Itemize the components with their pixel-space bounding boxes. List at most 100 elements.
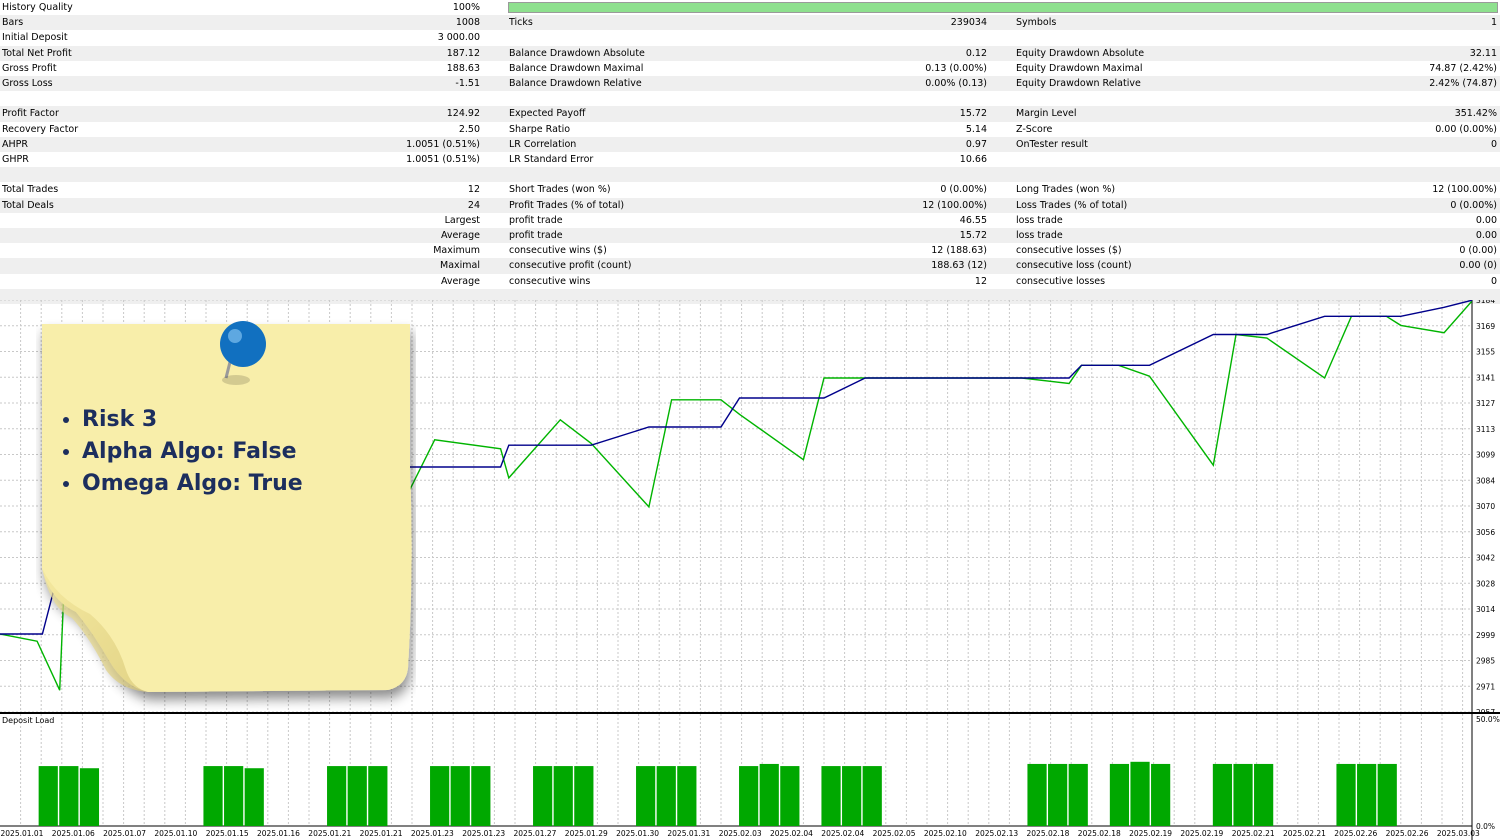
report-row: Maximal consecutive profit (count) 188.63 … [0, 258, 1500, 274]
deposit-load-bar [656, 766, 676, 826]
report-row: Recovery Factor 2.50 Sharpe Ratio 5.14 Z-Sco… [0, 122, 1500, 137]
x-tick-label: 2025.01.21 [308, 829, 351, 838]
report-value: 3 000.00 [437, 32, 480, 44]
x-tick-label: 2025.02.21 [1283, 829, 1326, 838]
report-value: 0.00 (0) [1459, 260, 1497, 272]
history-quality-label: History Quality [2, 2, 73, 13]
deposit-load-bar [59, 766, 79, 826]
report-value: 0 [1490, 138, 1497, 150]
report-table: History Quality 100% Bars 1008 Ticks 239034… [0, 0, 1500, 304]
report-label: consecutive wins [509, 275, 591, 287]
report-value: 0.00 [1475, 214, 1497, 226]
report-label: Long Trades (won %) [1016, 184, 1116, 196]
y-tick-label: 3169 [1476, 322, 1495, 331]
report-value: 1008 [455, 17, 480, 29]
report-label [1016, 91, 1276, 106]
deposit-y-tick-max: 50.0% [1476, 715, 1500, 724]
report-label [2, 167, 202, 182]
report-value: 239034 [950, 17, 987, 29]
report-label: LR Correlation [509, 138, 577, 150]
deposit-load-bar [553, 766, 573, 826]
x-tick-label: 2025.02.03 [719, 829, 762, 838]
report-label: profit trade [509, 214, 563, 226]
report-value: 12 [467, 184, 480, 196]
report-value: 0 (0.00%) [1450, 199, 1497, 211]
deposit-load-bar [203, 766, 223, 826]
report-label: OnTester result [1016, 138, 1088, 150]
report-row: Maximum consecutive wins ($) 12 (188.63) co… [0, 243, 1500, 258]
report-value: 0.00% (0.13) [925, 78, 987, 89]
report-row: Total Trades 12 Short Trades (won %) 0 (0.0… [0, 182, 1500, 197]
report-label: Margin Level [1016, 108, 1077, 120]
y-tick-label: 3084 [1476, 476, 1495, 485]
x-tick-label: 2025.02.26 [1334, 829, 1377, 838]
report-value [1297, 167, 1497, 182]
x-tick-label: 2025.01.27 [514, 829, 557, 838]
report-label [509, 167, 769, 182]
note-item-alpha: Alpha Algo: False [82, 436, 303, 468]
report-value [787, 30, 987, 45]
report-value: 0 (0.00%) [940, 184, 987, 196]
report-label: Recovery Factor [2, 123, 79, 135]
report-value: Maximum [433, 245, 480, 257]
y-tick-label: 2999 [1476, 631, 1495, 640]
report-row: Initial Deposit 3 000.00 [0, 30, 1500, 45]
report-value: 74.87 (2.42%) [1429, 62, 1497, 74]
report-value: Largest [444, 214, 480, 226]
report-row: Gross Loss -1.51 Balance Drawdown Relative… [0, 76, 1500, 92]
report-label: loss trade [1016, 214, 1063, 226]
y-tick-label: 3056 [1476, 528, 1495, 537]
report-value: 15.72 [959, 108, 987, 120]
report-value: 188.63 (12) [931, 260, 987, 272]
report-label: LR Standard Error [509, 154, 594, 165]
report-label: Bars [2, 17, 24, 29]
deposit-load-bar [1048, 763, 1068, 826]
report-label [509, 30, 769, 45]
report-label: consecutive wins ($) [509, 245, 607, 257]
deposit-load-bar [759, 763, 779, 826]
x-tick-label: 2025.01.01 [1, 829, 44, 838]
report-row: GHPR 1.0051 (0.51%) LR Standard Error 10.66 [0, 152, 1500, 167]
report-label: Equity Drawdown Absolute [1016, 47, 1145, 59]
report-value: 12 [974, 275, 987, 287]
y-tick-label: 3127 [1476, 399, 1495, 408]
x-tick-label: 2025.01.23 [462, 829, 505, 838]
deposit-load-chart: 50.0%0.0% 2025.01.01 2025.01.06 2025.01.07… [0, 714, 1500, 840]
report-row [0, 91, 1500, 106]
report-value [787, 91, 987, 106]
report-value: 0.12 [965, 47, 987, 59]
report-label: Total Deals [2, 199, 54, 211]
report-label [1016, 30, 1276, 45]
report-label [2, 228, 202, 243]
report-value: 0.00 (0.00%) [1435, 123, 1497, 135]
report-value: 1.0051 (0.51%) [406, 154, 480, 165]
report-row: Bars 1008 Ticks 239034 Symbols 1 [0, 15, 1500, 31]
deposit-load-bar [677, 766, 697, 826]
report-label: Profit Factor [2, 108, 59, 120]
report-label [2, 91, 202, 106]
y-axis-ticks: 3184 3169 3155 3141 3127 3113 3099 3084 3070 3056… [1476, 300, 1495, 712]
x-tick-label: 2025.01.21 [360, 829, 403, 838]
report-label: consecutive loss (count) [1016, 260, 1132, 272]
sticky-note-paper [42, 321, 412, 692]
report-label: Balance Drawdown Maximal [509, 62, 644, 74]
y-tick-label: 3099 [1476, 451, 1495, 460]
history-quality-fill [509, 3, 1497, 12]
report-value: 12 (100.00%) [1432, 184, 1497, 196]
report-label: consecutive losses ($) [1016, 245, 1122, 257]
x-tick-label: 2025.01.16 [257, 829, 300, 838]
deposit-load-bar [327, 766, 347, 826]
deposit-load-bar [821, 766, 841, 826]
deposit-load-bar [1151, 763, 1171, 826]
report-row [0, 167, 1500, 183]
report-label: Symbols [1016, 17, 1057, 29]
x-tick-label: 2025.02.26 [1386, 829, 1429, 838]
report-value: 0 [1490, 275, 1497, 287]
report-value: 2.42% (74.87) [1429, 78, 1497, 89]
report-label: Sharpe Ratio [509, 123, 571, 135]
x-tick-label: 2025.02.04 [770, 829, 813, 838]
report-label: Balance Drawdown Absolute [509, 47, 645, 59]
deposit-load-bar [533, 766, 553, 826]
y-tick-label: 3070 [1476, 502, 1495, 511]
report-label: Total Trades [2, 184, 59, 196]
